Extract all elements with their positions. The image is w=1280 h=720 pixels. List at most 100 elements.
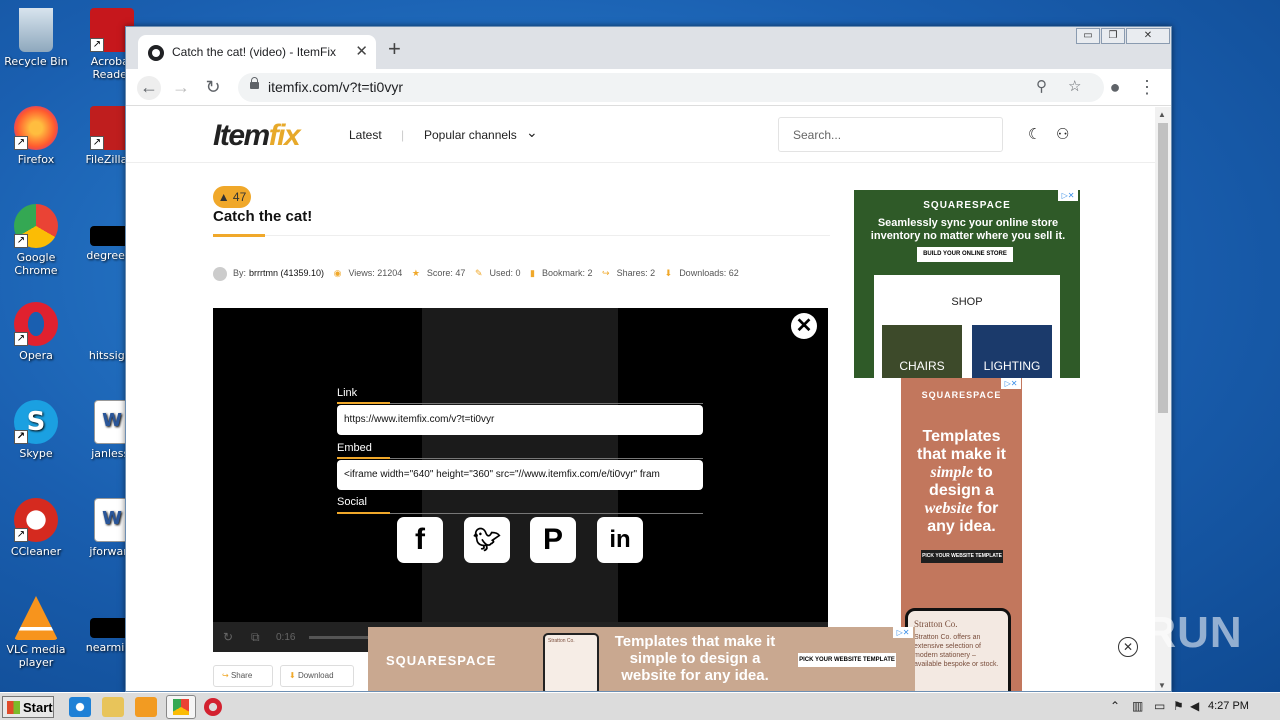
chrome-icon: ↗ <box>14 204 58 248</box>
author-link[interactable]: brrrtmn (41359.10) <box>249 268 324 278</box>
progress-bar[interactable] <box>309 636 369 639</box>
score-badge[interactable]: ▲ 47 <box>213 186 251 208</box>
forward-icon[interactable]: → <box>169 76 193 100</box>
logo-main: Item <box>213 119 270 152</box>
desktop-icon-label: Google Chrome <box>14 251 58 277</box>
share-button[interactable]: ↪ Share <box>213 665 273 687</box>
bookmarks: Bookmark: 2 <box>542 268 593 279</box>
back-icon[interactable]: ← <box>137 76 161 100</box>
start-button[interactable]: Start <box>2 696 54 718</box>
ad-headline-em1: simple <box>930 464 974 481</box>
embed-code-field[interactable]: <iframe width="640" height="360" src="//… <box>337 460 703 490</box>
display-icon[interactable]: ▭ <box>1154 699 1165 713</box>
ad-choices-icon[interactable]: ▷✕ <box>1001 378 1021 389</box>
scroll-down-icon[interactable]: ▼ <box>1158 681 1166 690</box>
user-icon[interactable]: ⚇ <box>1056 125 1069 143</box>
ad-choices-icon[interactable]: ▷✕ <box>893 627 913 638</box>
chevron-down-icon[interactable]: ⌄ <box>526 124 538 141</box>
ie-icon[interactable] <box>69 697 91 717</box>
desktop-icon-label: Skype <box>19 447 53 460</box>
watermark-close-icon[interactable]: ✕ <box>1118 637 1138 657</box>
video-player[interactable]: ✕ Link https://www.itemfix.com/v?t=ti0vy… <box>213 308 828 652</box>
download-icon: ⬇ <box>289 671 296 680</box>
linkedin-icon[interactable]: in <box>597 517 643 563</box>
download-button[interactable]: ⬇ Download <box>280 665 354 687</box>
ad-headline: Templates that make it simple to design … <box>909 428 1014 536</box>
profile-icon[interactable]: ● <box>1103 76 1127 100</box>
media-player-icon[interactable] <box>135 697 157 717</box>
tray-chevron-icon[interactable]: ⌃ <box>1110 699 1120 713</box>
share-link-field[interactable]: https://www.itemfix.com/v?t=ti0vyr <box>337 405 703 435</box>
browser-toolbar: ← → ↻ itemfix.com/v?t=ti0vyr ⚲ ☆ ● ⋮ <box>126 69 1171 106</box>
close-window-icon[interactable]: ✕ <box>1126 28 1170 44</box>
ad-headline-1: Templates that make it <box>917 428 1006 463</box>
search-input[interactable]: Search... <box>778 117 1003 152</box>
new-tab-icon[interactable]: + <box>388 36 401 62</box>
reload-icon[interactable]: ↻ <box>201 76 225 100</box>
tab-title: Catch the cat! (video) - ItemFix <box>172 45 337 59</box>
ad-cta-button[interactable]: PICK YOUR WEBSITE TEMPLATE <box>921 550 1003 563</box>
ad-cta-button[interactable]: PICK YOUR WEBSITE TEMPLATE <box>798 653 896 667</box>
page-scrollbar[interactable]: ▲ ▼ <box>1155 107 1171 691</box>
chrome-taskbar-icon[interactable] <box>166 695 196 719</box>
taskbar-clock[interactable]: 4:27 PM <box>1208 700 1249 712</box>
desktop-icon-ccleaner[interactable]: ↗ CCleaner <box>0 498 74 558</box>
twitter-icon[interactable]: 🐦︎ <box>464 517 510 563</box>
replay-icon[interactable]: ↻ <box>223 630 233 644</box>
desktop-icon-label: Recycle Bin <box>4 55 68 68</box>
lock-icon <box>250 77 259 89</box>
nav-latest[interactable]: Latest <box>349 128 382 142</box>
anyrun-watermark: ANY RUN <box>1036 608 1243 657</box>
explorer-folder-icon[interactable] <box>102 697 124 717</box>
dark-mode-moon-icon[interactable]: ☾ <box>1028 125 1041 143</box>
recycle-bin-icon <box>19 8 53 52</box>
pinterest-icon[interactable]: P <box>530 517 576 563</box>
ad-banner-store[interactable]: ▷✕ SQUARESPACE Seamlessly sync your onli… <box>854 190 1080 378</box>
network-icon[interactable]: ▥ <box>1132 699 1143 713</box>
volume-icon[interactable]: ◀ <box>1190 699 1199 713</box>
close-tab-icon[interactable]: ✕ <box>355 42 368 60</box>
desktop-icon-skype[interactable]: S ↗ Skype <box>0 400 74 460</box>
tab-strip: Catch the cat! (video) - ItemFix ✕ + ▭ ❐… <box>126 27 1171 69</box>
nav-popular-channels[interactable]: Popular channels <box>424 128 517 142</box>
opera-icon: ↗ <box>14 302 58 346</box>
bookmark-star-icon[interactable]: ☆ <box>1068 77 1081 95</box>
ad-cta-button[interactable]: BUILD YOUR ONLINE STORE <box>917 247 1013 262</box>
scroll-thumb[interactable] <box>1158 123 1168 413</box>
desktop-icon-vlc[interactable]: VLC media player <box>0 596 74 669</box>
pip-icon[interactable]: ⧉ <box>251 630 260 645</box>
desktop-icon-firefox[interactable]: ↗ Firefox <box>0 106 74 166</box>
share-arrow-icon: ↪ <box>222 671 229 680</box>
ad-banner-templates-horizontal[interactable]: ▷✕ SQUARESPACE Stratton Co. Templates th… <box>368 627 915 691</box>
ad-headline-em2: website <box>924 500 973 517</box>
desktop-icon-chrome[interactable]: ↗ Google Chrome <box>0 204 74 277</box>
restore-icon[interactable]: ❐ <box>1101 28 1125 44</box>
wrench-icon: ✎ <box>474 268 483 279</box>
chrome-window: Catch the cat! (video) - ItemFix ✕ + ▭ ❐… <box>125 26 1172 692</box>
zoom-icon[interactable]: ⚲ <box>1036 77 1047 95</box>
vlc-cone-icon <box>14 596 58 640</box>
ad-tile-lighting: LIGHTING <box>972 325 1052 378</box>
minimize-icon[interactable]: ▭ <box>1076 28 1100 44</box>
itemfix-logo[interactable]: Itemfix <box>213 119 301 153</box>
ad-headline: Seamlessly sync your online store invent… <box>870 217 1066 242</box>
desktop-icon-label: CCleaner <box>10 545 62 558</box>
scroll-up-icon[interactable]: ▲ <box>1158 110 1166 119</box>
tab-itemfix[interactable]: Catch the cat! (video) - ItemFix ✕ <box>138 35 376 69</box>
facebook-icon[interactable]: f <box>397 517 443 563</box>
action-center-flag-icon[interactable]: ⚑ <box>1173 699 1184 713</box>
close-overlay-icon[interactable]: ✕ <box>791 313 817 339</box>
logo-accent: fix <box>268 119 301 152</box>
taskbar: Start ⌃ ▥ ▭ ⚑ ◀ 4:27 PM <box>0 692 1280 720</box>
skype-icon: S ↗ <box>14 400 58 444</box>
desktop-icon-opera[interactable]: ↗ Opera <box>0 302 74 362</box>
video-meta: By: brrrtmn (41359.10) ◉ Views: 21204 ★ Sco… <box>213 267 746 281</box>
menu-kebab-icon[interactable]: ⋮ <box>1135 76 1159 100</box>
nav-separator: | <box>401 128 405 142</box>
opera-taskbar-icon[interactable] <box>204 698 222 716</box>
ad-phone-preview: Stratton Co. Stratton Co. offers an exte… <box>905 608 1011 691</box>
score-value: 47 <box>232 190 247 204</box>
desktop-icon-recycle-bin[interactable]: Recycle Bin <box>0 8 74 68</box>
address-bar[interactable]: itemfix.com/v?t=ti0vyr ⚲ ☆ <box>238 73 1104 102</box>
ad-banner-templates-vertical[interactable]: ▷✕ SQUARESPACE Templates that make it si… <box>901 378 1022 691</box>
